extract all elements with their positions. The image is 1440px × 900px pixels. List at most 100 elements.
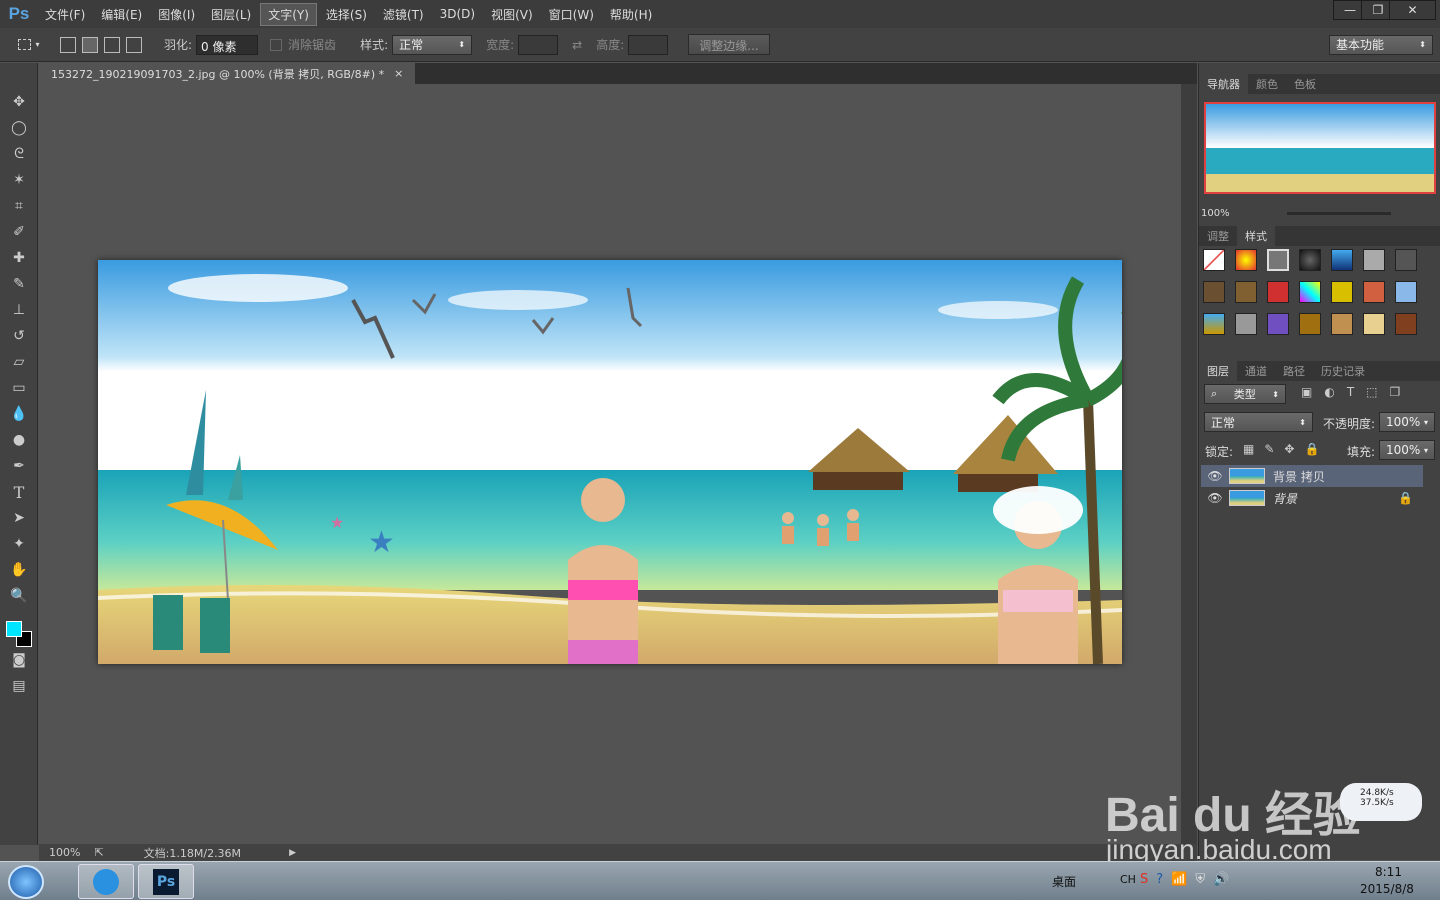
lock-transparent-icon[interactable]: ▦: [1243, 442, 1254, 456]
menu-3d[interactable]: 3D(D): [433, 5, 482, 23]
width-input[interactable]: [518, 34, 559, 55]
style-swatch[interactable]: [1331, 281, 1353, 303]
style-swatch[interactable]: [1267, 281, 1289, 303]
menu-help[interactable]: 帮助(H): [603, 4, 659, 25]
menu-edit[interactable]: 编辑(E): [94, 4, 149, 25]
path-selection-tool-icon[interactable]: ➤: [0, 505, 38, 531]
menu-window[interactable]: 窗口(W): [542, 4, 601, 25]
move-tool-icon[interactable]: ✥: [0, 89, 38, 115]
lock-position-icon[interactable]: ✥: [1284, 442, 1294, 456]
style-swatch[interactable]: [1203, 249, 1225, 271]
layer-row[interactable]: 👁 背景 拷贝: [1201, 465, 1423, 487]
filter-type-icon[interactable]: T: [1347, 385, 1354, 399]
style-swatch[interactable]: [1267, 249, 1289, 271]
filter-smart-icon[interactable]: ❐: [1390, 385, 1401, 399]
layer-row[interactable]: 👁 背景 🔒: [1201, 487, 1423, 509]
menu-image[interactable]: 图像(I): [151, 4, 202, 25]
dodge-tool-icon[interactable]: ●: [0, 427, 38, 453]
lock-image-icon[interactable]: ✎: [1264, 442, 1274, 456]
clone-stamp-tool-icon[interactable]: ⊥: [0, 297, 38, 323]
filter-shape-icon[interactable]: ⬚: [1366, 385, 1377, 399]
foreground-color-swatch[interactable]: [6, 621, 22, 637]
network-speed-widget[interactable]: 24.8K/s 37.5K/s: [1340, 783, 1422, 821]
history-brush-tool-icon[interactable]: ↺: [0, 323, 38, 349]
menu-type[interactable]: 文字(Y): [260, 2, 317, 26]
subtract-selection-icon[interactable]: [104, 36, 120, 53]
style-swatch[interactable]: [1203, 281, 1225, 303]
style-swatch[interactable]: [1299, 313, 1321, 335]
wifi-icon[interactable]: 📶: [1171, 872, 1187, 887]
tab-swatches[interactable]: 色板: [1286, 74, 1324, 94]
eraser-tool-icon[interactable]: ▱: [0, 349, 38, 375]
feather-input[interactable]: 0 像素: [196, 34, 259, 55]
tab-layers[interactable]: 图层: [1199, 361, 1237, 381]
menu-file[interactable]: 文件(F): [38, 4, 92, 25]
navigator-zoom-slider[interactable]: [1287, 212, 1391, 215]
document-tab[interactable]: 153272_190219091703_2.jpg @ 100% (背景 拷贝,…: [39, 63, 416, 84]
navigator-zoom[interactable]: 100%: [1201, 208, 1230, 219]
start-button[interactable]: [8, 865, 44, 899]
workspace-select[interactable]: 基本功能 ⬍: [1329, 34, 1433, 55]
crop-tool-icon[interactable]: ⌗: [0, 193, 38, 219]
close-document-icon[interactable]: ×: [394, 67, 403, 80]
eyedropper-tool-icon[interactable]: ✐: [0, 219, 38, 245]
healing-brush-tool-icon[interactable]: ✚: [0, 245, 38, 271]
tab-history[interactable]: 历史记录: [1313, 361, 1373, 381]
swap-icon[interactable]: ⇄: [572, 38, 582, 52]
style-swatch[interactable]: [1331, 313, 1353, 335]
zoom-tool-icon[interactable]: 🔍: [0, 583, 38, 609]
status-menu-arrow-icon[interactable]: ▶: [289, 848, 296, 858]
new-selection-icon[interactable]: [60, 36, 76, 53]
tab-color[interactable]: 颜色: [1248, 74, 1286, 94]
marquee-tool-preset-icon[interactable]: ▾: [14, 35, 44, 55]
menu-layer[interactable]: 图层(L): [204, 4, 258, 25]
magic-wand-tool-icon[interactable]: ✶: [0, 167, 38, 193]
tab-paths[interactable]: 路径: [1275, 361, 1313, 381]
layer-filter-select[interactable]: ⌕ 类型 ⬍: [1204, 384, 1286, 404]
refine-edge-button[interactable]: 调整边缘...: [688, 34, 770, 55]
style-swatch[interactable]: [1235, 249, 1257, 271]
screen-mode-icon[interactable]: ▤: [0, 673, 38, 699]
intersect-selection-icon[interactable]: [126, 36, 142, 53]
style-swatch[interactable]: [1395, 249, 1417, 271]
clock-date[interactable]: 2015/8/8: [1360, 882, 1414, 896]
taskbar-browser-button[interactable]: [78, 864, 134, 899]
tab-adjustments[interactable]: 调整: [1199, 226, 1237, 246]
opacity-input[interactable]: 100% ▾: [1379, 412, 1435, 432]
desktop-toolbar-label[interactable]: 桌面: [1052, 873, 1076, 890]
quick-mask-icon[interactable]: ◙: [0, 647, 38, 673]
export-icon[interactable]: ⇱: [94, 846, 103, 859]
style-swatch[interactable]: [1235, 313, 1257, 335]
eye-icon[interactable]: 👁: [1201, 469, 1229, 483]
navigator-preview[interactable]: [1204, 102, 1436, 194]
type-tool-icon[interactable]: T: [0, 479, 38, 505]
lock-all-icon[interactable]: 🔒: [1304, 442, 1319, 456]
eye-icon[interactable]: 👁: [1201, 491, 1229, 505]
taskbar-photoshop-button[interactable]: Ps: [138, 864, 194, 899]
vertical-scrollbar[interactable]: [1181, 84, 1197, 844]
layer-name[interactable]: 背景 拷贝: [1273, 468, 1325, 485]
filter-adjustment-icon[interactable]: ◐: [1324, 385, 1334, 399]
menu-view[interactable]: 视图(V): [484, 4, 540, 25]
shield-icon[interactable]: ⛨: [1195, 872, 1205, 887]
hand-tool-icon[interactable]: ✋: [0, 557, 38, 583]
style-swatch[interactable]: [1331, 249, 1353, 271]
volume-icon[interactable]: 🔊: [1213, 872, 1229, 887]
tab-channels[interactable]: 通道: [1237, 361, 1275, 381]
height-input[interactable]: [628, 34, 669, 55]
style-swatch[interactable]: [1203, 313, 1225, 335]
pen-tool-icon[interactable]: ✒: [0, 453, 38, 479]
blend-mode-select[interactable]: 正常 ⬍: [1204, 412, 1313, 432]
style-swatch[interactable]: [1395, 281, 1417, 303]
tab-navigator[interactable]: 导航器: [1199, 74, 1248, 94]
help-icon[interactable]: ?: [1156, 872, 1163, 887]
close-window-button[interactable]: ✕: [1389, 0, 1436, 20]
style-swatch[interactable]: [1363, 249, 1385, 271]
style-swatch[interactable]: [1299, 249, 1321, 271]
lasso-tool-icon[interactable]: ᘓ: [0, 141, 38, 167]
fill-input[interactable]: 100% ▾: [1379, 440, 1435, 460]
gradient-tool-icon[interactable]: ▭: [0, 375, 38, 401]
add-selection-icon[interactable]: [82, 36, 98, 53]
layer-name[interactable]: 背景: [1273, 490, 1297, 507]
style-swatch[interactable]: [1395, 313, 1417, 335]
